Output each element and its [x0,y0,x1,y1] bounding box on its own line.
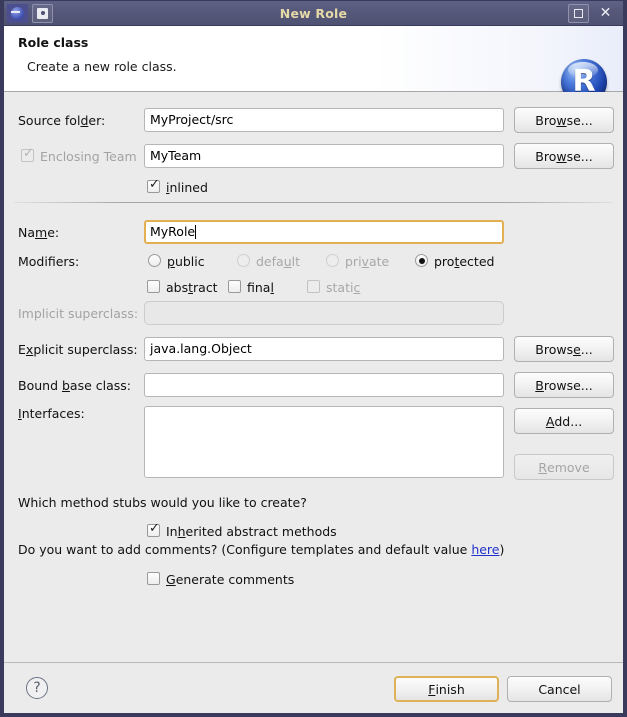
modifier-label-final: final [247,280,274,295]
explicit-superclass-row: Explicit superclass: java.lang.Object Br… [4,336,623,362]
modifier-label-static: static [326,280,360,295]
modifier-label-protected: protected [434,254,494,269]
window-title: New Role [4,6,623,21]
name-row: Name: MyRole [4,219,623,245]
cancel-button[interactable]: Cancel [507,676,612,702]
modifiers-row: Modifiers: public default private protec… [4,248,623,274]
inlined-checkbox[interactable]: ✓ [147,180,160,193]
source-folder-row: Source folder: MyProject/src Browse... [4,107,623,133]
page-subtitle: Create a new role class. [27,59,623,74]
explicit-superclass-input[interactable]: java.lang.Object [144,337,504,361]
modifiers-label: Modifiers: [18,254,79,269]
close-icon[interactable]: ✕ [595,4,616,23]
bound-base-class-row: Bound base class: Browse... [4,372,623,398]
modifier-label-abstract: abstract [166,280,218,295]
dialog-body: Source folder: MyProject/src Browse... ✓… [4,92,623,662]
bound-base-class-browse-button[interactable]: Browse... [514,372,614,398]
generate-comments-label: Generate comments [166,572,294,587]
interfaces-listbox[interactable] [144,406,504,478]
name-input[interactable]: MyRole [144,220,504,244]
explicit-superclass-label: Explicit superclass: [18,342,138,357]
inherited-abstract-label: Inherited abstract methods [166,524,337,539]
dialog-header: Role class Create a new role class. R [4,26,623,92]
comments-question: Do you want to add comments? (Configure … [18,542,504,557]
help-icon[interactable]: ? [26,677,48,699]
page-title: Role class [18,35,623,50]
modifier-label-public: public [167,254,205,269]
modifier-radio-private [326,254,339,267]
modifier-label-private: private [345,254,389,269]
enclosing-team-checkbox: ✓ [21,149,34,162]
window-menu-icon[interactable] [32,4,53,23]
modifier-radio-public[interactable] [148,254,161,267]
generate-comments-checkbox[interactable] [147,572,160,585]
new-role-dialog: New Role ✕ Role class Create a new role … [0,0,627,717]
implicit-superclass-label: Implicit superclass: [18,306,138,321]
eclipse-icon [7,4,28,23]
enclosing-team-row: ✓ Enclosing Team MyTeam Browse... [4,143,623,169]
dialog-footer: ? Finish Cancel [4,662,623,713]
interfaces-row: Interfaces: Add... Remove [4,402,623,494]
explicit-superclass-browse-button[interactable]: Browse... [514,336,614,362]
enclosing-team-input[interactable]: MyTeam [144,144,504,168]
implicit-superclass-input [144,301,504,325]
inlined-label: inlined [166,180,208,195]
source-folder-input[interactable]: MyProject/src [144,108,504,132]
finish-button[interactable]: Finish [394,676,499,702]
enclosing-team-label: Enclosing Team [40,149,137,164]
title-bar: New Role ✕ [4,1,623,26]
modifier-checkbox-row: abstract final static [4,274,623,300]
method-stubs-question: Which method stubs would you like to cre… [18,495,307,510]
maximize-icon[interactable] [568,4,589,23]
name-label: Name: [18,225,59,240]
configure-templates-link[interactable]: here [471,542,499,557]
generate-comments-row: Generate comments [4,566,623,592]
modifier-label-default: default [256,254,300,269]
interfaces-remove-button: Remove [514,454,614,480]
enclosing-team-browse-button[interactable]: Browse... [514,143,614,169]
source-folder-label: Source folder: [18,113,105,128]
modifier-checkbox-final[interactable] [228,280,241,293]
inlined-row: ✓ inlined [4,174,623,200]
interfaces-add-button[interactable]: Add... [514,408,614,434]
modifier-radio-protected[interactable] [415,254,428,267]
modifier-checkbox-abstract[interactable] [147,280,160,293]
source-folder-browse-button[interactable]: Browse... [514,107,614,133]
section-divider-1 [14,202,613,203]
bound-base-class-input[interactable] [144,373,504,397]
modifier-checkbox-static [307,280,320,293]
inherited-abstract-checkbox[interactable]: ✓ [147,524,160,537]
modifier-radio-default [237,254,250,267]
inherited-abstract-row: ✓ Inherited abstract methods [4,518,623,544]
bound-base-class-label: Bound base class: [18,378,131,393]
interfaces-label: Interfaces: [18,406,85,421]
implicit-superclass-row: Implicit superclass: [4,300,623,326]
